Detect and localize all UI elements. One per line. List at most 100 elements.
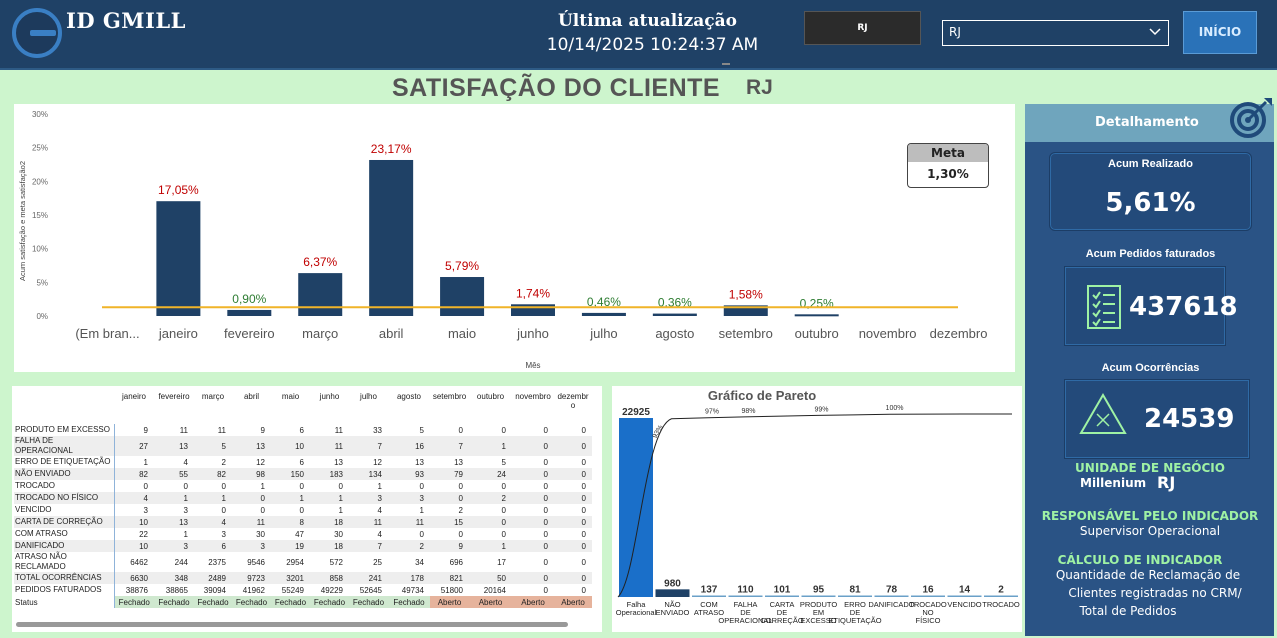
row-label: COM ATRASO	[14, 528, 115, 540]
bar	[369, 159, 414, 316]
table-cell: 9	[260, 425, 265, 435]
data-label: 23,17%	[371, 142, 412, 156]
table-cell: 0	[260, 493, 265, 503]
status-badge: Fechado	[154, 596, 194, 608]
table-cell: 4	[221, 517, 226, 527]
table-row: PRODUTO EM EXCESSO 9 11 11 9 6 11 33 5 0 0 0 0	[14, 424, 592, 436]
column-header[interactable]: abril	[232, 390, 271, 424]
data-label: 5,79%	[445, 259, 479, 273]
table-cell: 2	[419, 541, 424, 551]
table-cell: 3	[143, 505, 148, 515]
table-cell: 5	[221, 441, 226, 451]
pareto-cumulative-label: 100%	[886, 405, 904, 412]
table-cell: 1	[419, 505, 424, 515]
pareto-bar	[655, 589, 690, 597]
responsavel-value: Supervisor Operacional	[1079, 524, 1221, 538]
table-cell: 858	[329, 573, 343, 583]
pareto-chart: 22925FalhaOperacional980NÃOENVIADO137COM…	[616, 405, 1020, 625]
bar	[440, 277, 485, 316]
table-cell: 8	[299, 517, 304, 527]
table-cell: 3	[183, 541, 188, 551]
table-cell: 241	[368, 573, 382, 583]
occurrences-table[interactable]: janeiro fevereiro março abril maio junho julho…	[14, 390, 600, 618]
realizado-label: Acum Realizado	[1108, 158, 1193, 170]
table-cell: 1	[338, 505, 343, 515]
inicio-button[interactable]: INÍCIO	[1183, 11, 1257, 54]
x-axis-label: Mês	[525, 361, 540, 370]
table-cell: 50	[497, 573, 506, 583]
y-tick-label: 15%	[32, 211, 48, 220]
table-cell: 22	[139, 529, 148, 539]
row-label: TROCADO NO FÍSICO	[14, 492, 115, 504]
table-cell: 0	[501, 481, 506, 491]
column-header[interactable]: dezembr o	[554, 390, 592, 424]
page-title: SATISFAÇÃO DO CLIENTE	[392, 74, 721, 102]
table-cell: 0	[501, 505, 506, 515]
status-badge: Aberto	[554, 596, 592, 608]
table-cell: 244	[174, 557, 188, 567]
table-cell: 3	[260, 541, 265, 551]
warning-triangle-icon	[1079, 393, 1127, 434]
x-tick-label: dezembro	[930, 326, 988, 341]
pareto-category-label: DANIFICADO	[868, 600, 914, 609]
table-horizontal-scrollbar[interactable]	[16, 622, 568, 627]
column-header[interactable]: outubro	[469, 390, 512, 424]
table-cell: 134	[368, 469, 382, 479]
status-row: Status Fechado Fechado Fechado Fechado Fechad…	[14, 596, 592, 608]
table-cell: 0	[581, 541, 586, 551]
table-cell: 13	[179, 517, 188, 527]
column-header[interactable]: fevereiro	[154, 390, 194, 424]
table-cell: 348	[174, 573, 188, 583]
pareto-value-label: 980	[664, 578, 681, 589]
row-label: VENCIDO	[14, 504, 115, 516]
pareto-category-label: Operacional	[616, 608, 657, 617]
x-tick-label: novembro	[859, 326, 917, 341]
table-cell: 52645	[359, 585, 382, 595]
header-blank	[14, 390, 114, 424]
region-select-value: RJ	[949, 25, 961, 39]
table-cell: 1	[338, 493, 343, 503]
x-tick-label: junho	[516, 326, 549, 341]
pareto-category-label: VENCIDO	[947, 600, 981, 609]
occurrences-data-table: janeiro fevereiro março abril maio junho julho…	[14, 390, 593, 608]
table-cell: 38865	[165, 585, 188, 595]
column-header[interactable]: agosto	[388, 390, 430, 424]
column-header[interactable]: setembro	[430, 390, 469, 424]
calculo-line-3: Total de Pedidos	[1079, 604, 1177, 618]
data-label: 17,05%	[158, 183, 199, 197]
row-label: DANIFICADO	[14, 540, 115, 552]
calculo-heading: CÁLCULO DE INDICADOR	[1057, 553, 1223, 567]
table-cell: 15	[454, 517, 463, 527]
pareto-bar	[728, 595, 763, 597]
column-header[interactable]: junho	[310, 390, 349, 424]
table-cell: 696	[449, 557, 463, 567]
table-cell: 0	[419, 481, 424, 491]
table-cell: 1	[260, 481, 265, 491]
column-header[interactable]: março	[194, 390, 232, 424]
table-cell: 2489	[208, 573, 226, 583]
responsavel-heading: RESPONSÁVEL PELO INDICADOR	[1041, 509, 1259, 523]
table-cell: 47	[295, 529, 304, 539]
table-cell: 13	[454, 457, 463, 467]
column-header[interactable]: janeiro	[114, 390, 154, 424]
table-cell: 17	[497, 557, 506, 567]
pareto-bar	[765, 595, 799, 597]
table-cell: 49734	[401, 585, 424, 595]
column-header[interactable]: novembro	[512, 390, 554, 424]
region-select[interactable]: RJ	[942, 20, 1169, 46]
pareto-cumulative-line	[617, 413, 1012, 598]
table-cell: 5	[419, 425, 424, 435]
x-tick-label: janeiro	[158, 326, 198, 341]
status-badge: Fechado	[349, 596, 388, 608]
table-cell: 0	[581, 529, 586, 539]
meta-card: Meta 1,30%	[907, 143, 989, 188]
table-cell: 0	[501, 425, 506, 435]
table-cell: 39094	[203, 585, 226, 595]
pareto-category-label: ENVIADO	[656, 608, 690, 617]
column-header[interactable]: julho	[349, 390, 388, 424]
column-header[interactable]: maio	[271, 390, 310, 424]
realizado-value: 5,61%	[1105, 188, 1196, 218]
pareto-category-label: ETIQUETAÇÃO	[828, 616, 881, 625]
table-cell: 25	[373, 557, 382, 567]
table-row: TROCADO NO FÍSICO 4 1 1 0 1 1 3 3 0 2 0 0	[14, 492, 592, 504]
